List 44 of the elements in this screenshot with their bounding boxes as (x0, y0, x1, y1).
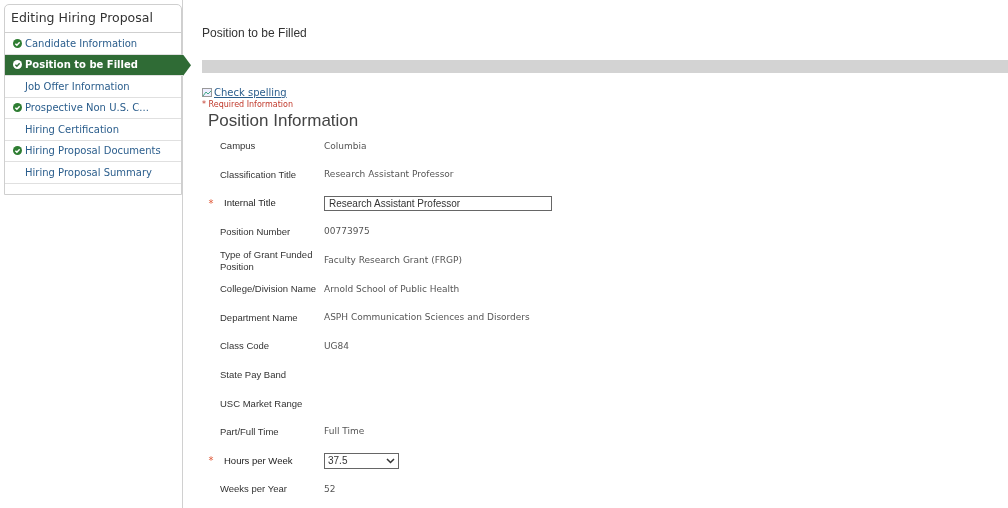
sidebar-item[interactable]: Job Offer Information (5, 76, 181, 98)
check-circle-icon (13, 146, 22, 156)
field-value: UG84 (324, 339, 349, 353)
field-label: Class Code (220, 340, 270, 353)
field-label: Hours per Week (224, 454, 293, 467)
field-value: Full Time (324, 425, 365, 439)
sidebar-item[interactable]: Prospective Non U.S. C... (5, 97, 181, 119)
sidebar-item[interactable]: Hiring Certification (5, 119, 181, 141)
broken-image-icon (202, 88, 212, 97)
hours-select[interactable]: 37.5 (324, 452, 399, 469)
internal-title-input[interactable]: Research Assistant Professor (324, 196, 552, 211)
required-mark: * (208, 197, 214, 211)
field-value: Research Assistant Professor (324, 168, 454, 182)
field-value: Columbia (324, 139, 367, 153)
field-label: Campus (220, 140, 256, 153)
chevron-down-icon (386, 457, 395, 464)
check-circle-icon (13, 103, 22, 113)
field-label: Department Name (220, 311, 298, 324)
field-label: State Pay Band (220, 369, 287, 382)
field-value: Arnold School of Public Health (324, 282, 460, 296)
section-title: Position Information (208, 110, 360, 132)
field-label: Weeks per Year (220, 483, 287, 496)
field-value: 52 (324, 482, 336, 496)
field-value: ASPH Communication Sciences and Disorders (324, 311, 530, 325)
sidebar-item[interactable]: Hiring Proposal Summary (5, 162, 181, 184)
field-label: Part/Full Time (220, 426, 279, 439)
sidebar-item[interactable]: Hiring Proposal Documents (5, 140, 181, 162)
required-mark: * (208, 454, 214, 469)
field-label: Classification Title (220, 168, 297, 181)
sidebar-item[interactable]: Position to be Filled (5, 54, 191, 76)
field-label: Position Number (220, 226, 291, 239)
check-circle-icon (13, 38, 22, 48)
field-label: USC Market Range (220, 397, 303, 410)
field-value: 00773975 (324, 225, 370, 239)
page-title: Position to be Filled (202, 25, 308, 42)
sidebar-title: Editing Hiring Proposal (5, 5, 181, 33)
check-circle-icon (13, 60, 22, 70)
check-spelling-link[interactable]: Check spelling (214, 85, 287, 100)
field-value: Faculty Research Grant (FRGP) (324, 253, 462, 267)
field-label: Type of Grant Funded Position (220, 248, 314, 273)
required-note: * Required Information (202, 100, 294, 110)
sidebar-item[interactable]: Candidate Information (5, 33, 181, 55)
field-label: Internal Title (224, 197, 276, 210)
field-label: College/Division Name (220, 283, 317, 296)
